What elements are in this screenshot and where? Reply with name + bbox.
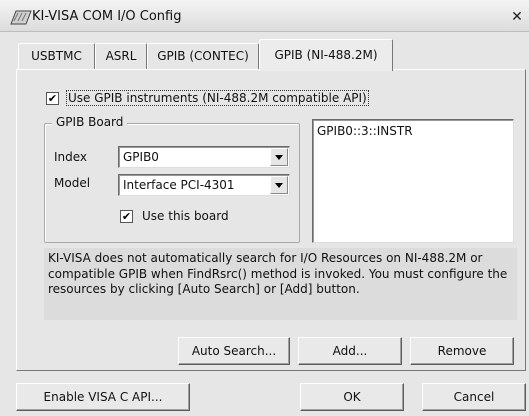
ok-button[interactable]: OK xyxy=(300,383,404,411)
window-title: KI-VISA COM I/O Config xyxy=(32,9,182,24)
use-this-board-label: Use this board xyxy=(142,209,229,223)
tab-usbtmc[interactable]: USBTMC xyxy=(18,43,95,69)
use-this-board-checkbox[interactable]: ✔ xyxy=(120,210,133,223)
add-button[interactable]: Add... xyxy=(298,337,402,365)
cancel-button[interactable]: Cancel xyxy=(422,383,526,411)
auto-search-button[interactable]: Auto Search... xyxy=(178,337,290,365)
tab-asrl[interactable]: ASRL xyxy=(95,43,147,69)
index-select[interactable]: GPIB0 xyxy=(118,146,290,168)
index-select-value: GPIB0 xyxy=(123,150,159,164)
enable-visa-c-api-button[interactable]: Enable VISA C API... xyxy=(16,383,190,411)
app-icon xyxy=(10,10,32,25)
use-gpib-instruments-checkbox[interactable]: ✔ xyxy=(46,92,59,105)
list-item[interactable]: GPIB0::3::INSTR xyxy=(317,124,413,138)
info-text: KI-VISA does not automatically search fo… xyxy=(44,248,517,320)
gpib-board-group-title: GPIB Board xyxy=(52,115,128,129)
remove-button[interactable]: Remove xyxy=(410,337,514,365)
use-gpib-instruments-text: Use GPIB instruments (NI-488.2M compatib… xyxy=(66,90,369,106)
tab-gpib-ni-488[interactable]: GPIB (NI-488.2M) xyxy=(259,39,393,71)
model-select-value: Interface PCI-4301 xyxy=(123,178,235,192)
model-label: Model xyxy=(54,176,91,190)
close-icon[interactable]: ✕ xyxy=(508,10,526,26)
tab-gpib-contec[interactable]: GPIB (CONTEC) xyxy=(147,43,259,69)
chevron-down-icon[interactable] xyxy=(270,176,288,194)
model-select[interactable]: Interface PCI-4301 xyxy=(118,174,290,196)
use-gpib-instruments-label: Use GPIB instruments (NI-488.2M compatib… xyxy=(66,90,369,106)
chevron-down-icon[interactable] xyxy=(270,148,288,166)
index-label: Index xyxy=(54,150,88,164)
title-bar: KI-VISA COM I/O Config ✕ xyxy=(0,0,529,32)
resource-list[interactable]: GPIB0::3::INSTR xyxy=(312,119,514,243)
